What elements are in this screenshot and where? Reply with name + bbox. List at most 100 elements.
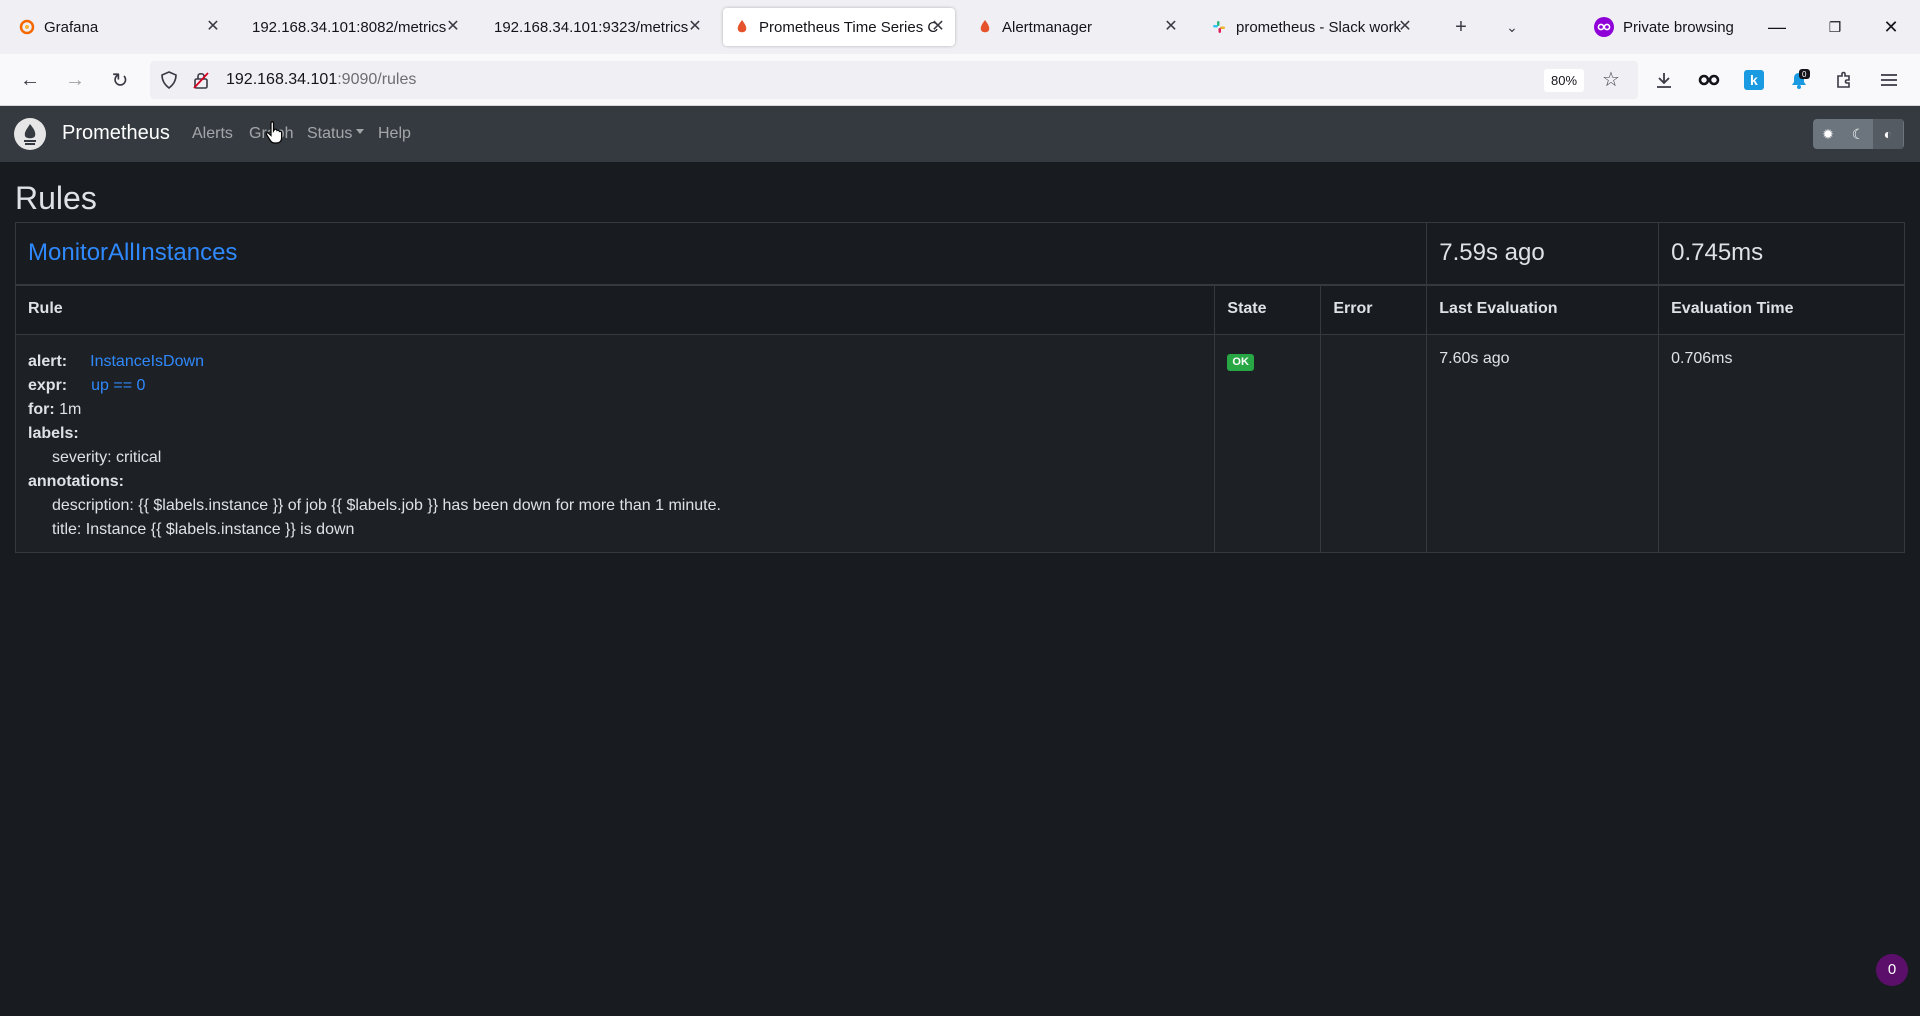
rule-label-severity: severity: critical <box>52 449 162 466</box>
new-tab-icon[interactable]: + <box>1448 14 1474 40</box>
tab-label: prometheus - Slack work <box>1236 18 1402 36</box>
group-name-cell: MonitorAllInstances <box>14 222 1428 285</box>
column-header-row: Rule State Error Last Evaluation Evaluat… <box>14 283 1905 335</box>
notification-count-badge[interactable]: 0 <box>1876 954 1908 986</box>
column-header-last-evaluation: Last Evaluation <box>1426 283 1660 335</box>
url-path: :9090/rules <box>337 71 417 88</box>
prometheus-navbar: Prometheus Alerts Graph Status Help ✹ ☾ … <box>0 106 1920 162</box>
tab-label: Prometheus Time Series C <box>759 18 939 36</box>
url-bar[interactable]: 192.168.34.101:9090/rules 80% ☆ <box>150 61 1638 99</box>
close-icon[interactable]: ✕ <box>444 18 462 36</box>
rule-expr-line: expr: up == 0 <box>28 374 1202 398</box>
caret-down-icon <box>356 129 365 135</box>
rule-annotation-description: description: {{ $labels.instance }} of j… <box>52 497 721 514</box>
extension-k-icon[interactable]: k <box>1741 67 1767 93</box>
auto-theme-contrast-icon[interactable]: ◐ <box>1873 119 1903 149</box>
rule-for-value: 1m <box>59 401 82 418</box>
tab-grafana[interactable]: Grafana ✕ <box>8 8 230 46</box>
page-title: Rules <box>15 180 97 216</box>
nav-status-label: Status <box>307 125 353 142</box>
url-text[interactable]: 192.168.34.101:9090/rules <box>226 71 416 89</box>
window-close-icon[interactable]: ✕ <box>1878 14 1904 40</box>
tab-label: 192.168.34.101:9323/metrics <box>494 18 689 36</box>
column-header-evaluation-time: Evaluation Time <box>1658 283 1905 335</box>
rule-labels-key: labels: <box>28 425 79 442</box>
prometheus-logo-icon[interactable] <box>14 118 46 150</box>
mouse-cursor-hand-icon <box>265 121 285 145</box>
insecure-lock-icon[interactable] <box>192 70 212 90</box>
column-header-error: Error <box>1320 283 1428 335</box>
group-evaluation-time: 0.745ms <box>1658 222 1905 285</box>
tab-slack[interactable]: prometheus - Slack work ✕ <box>1200 8 1422 46</box>
rule-expr-key: expr: <box>28 377 68 394</box>
rule-labels-line: labels: <box>28 422 1202 446</box>
svg-text:k: k <box>1750 72 1758 88</box>
rule-alert-key: alert: <box>28 353 68 370</box>
nav-help[interactable]: Help <box>378 125 411 143</box>
theme-toggle-group: ✹ ☾ ◐ <box>1813 119 1904 149</box>
restore-icon[interactable]: ❐ <box>1822 14 1848 40</box>
rule-evaluation-time: 0.706ms <box>1658 334 1905 553</box>
extension-badge-count: 0 <box>1802 70 1807 79</box>
forward-arrow-icon[interactable]: → <box>62 67 88 93</box>
reload-icon[interactable]: ↻ <box>107 67 133 93</box>
rules-group-table: MonitorAllInstances 7.59s ago 0.745ms Ru… <box>14 222 1905 553</box>
column-header-rule: Rule <box>14 283 1216 335</box>
dark-theme-moon-icon[interactable]: ☾ <box>1843 119 1873 149</box>
rule-annotations-key: annotations: <box>28 473 124 490</box>
tracking-shield-icon[interactable] <box>160 70 180 90</box>
grafana-icon <box>18 18 36 36</box>
close-icon[interactable]: ✕ <box>1396 18 1414 36</box>
column-header-state: State <box>1214 283 1322 335</box>
url-host: 192.168.34.101 <box>226 71 338 88</box>
rule-definition-cell: alert: InstanceIsDown expr: up == 0 for: 1… <box>14 334 1216 553</box>
rule-annotation-title: title: Instance {{ $labels.instance }} i… <box>52 521 355 538</box>
state-ok-badge: OK <box>1227 354 1254 371</box>
rule-alert-line: alert: InstanceIsDown <box>28 350 1202 374</box>
extensions-puzzle-icon[interactable] <box>1831 67 1857 93</box>
close-icon[interactable]: ✕ <box>686 18 704 36</box>
menu-hamburger-icon[interactable] <box>1876 67 1902 93</box>
rule-last-evaluation: 7.60s ago <box>1426 334 1660 553</box>
tab-metrics-9323[interactable]: 192.168.34.101:9323/metrics ✕ <box>482 8 712 46</box>
bookmark-star-icon[interactable]: ☆ <box>1600 69 1622 91</box>
browser-tab-bar: Grafana ✕ 192.168.34.101:8082/metrics ✕ … <box>0 0 1920 54</box>
rule-alert-name-link[interactable]: InstanceIsDown <box>90 353 204 370</box>
nav-alerts[interactable]: Alerts <box>192 125 233 143</box>
private-browsing-icon <box>1594 17 1614 37</box>
nav-status-dropdown[interactable]: Status <box>307 125 365 143</box>
rule-state-cell: OK <box>1214 334 1322 553</box>
group-last-evaluation: 7.59s ago <box>1426 222 1660 285</box>
extension-notification-icon[interactable]: 0 <box>1786 67 1812 93</box>
prometheus-icon <box>733 18 751 36</box>
tab-label: Grafana <box>44 18 99 36</box>
rule-annotations-line: annotations: <box>28 470 1202 494</box>
group-name-link[interactable]: MonitorAllInstances <box>28 239 237 266</box>
rule-for-line: for: 1m <box>28 398 1202 422</box>
download-icon[interactable] <box>1651 67 1677 93</box>
zoom-level[interactable]: 80% <box>1544 69 1585 92</box>
tab-label: 192.168.34.101:8082/metrics <box>252 18 447 36</box>
tab-metrics-8082[interactable]: 192.168.34.101:8082/metrics ✕ <box>240 8 470 46</box>
slack-icon <box>1210 18 1228 36</box>
rule-expr-link[interactable]: up == 0 <box>91 377 145 394</box>
minimize-icon[interactable]: — <box>1764 14 1790 40</box>
back-arrow-icon[interactable]: ← <box>17 67 43 93</box>
tab-label: Alertmanager <box>1002 18 1093 36</box>
close-icon[interactable]: ✕ <box>929 18 947 36</box>
private-browsing-indicator: Private browsing <box>1594 14 1734 40</box>
browser-nav-bar: ← → ↻ 192.168.34.101:9090/rules 80% ☆ k … <box>0 54 1920 106</box>
tab-prometheus[interactable]: Prometheus Time Series C ✕ <box>723 8 955 46</box>
rule-error-cell <box>1320 334 1428 553</box>
tab-list-chevron-icon[interactable]: ⌄ <box>1499 14 1525 40</box>
brand-title[interactable]: Prometheus <box>62 122 170 145</box>
group-header-row: MonitorAllInstances 7.59s ago 0.745ms <box>14 222 1905 285</box>
close-icon[interactable]: ✕ <box>1162 18 1180 36</box>
prometheus-icon <box>976 18 994 36</box>
light-theme-sun-icon[interactable]: ✹ <box>1813 119 1843 149</box>
private-browsing-label: Private browsing <box>1623 18 1734 36</box>
tab-alertmanager[interactable]: Alertmanager ✕ <box>966 8 1188 46</box>
rule-for-key: for: <box>28 401 55 418</box>
close-icon[interactable]: ✕ <box>204 18 222 36</box>
private-mask-icon[interactable] <box>1696 67 1722 93</box>
